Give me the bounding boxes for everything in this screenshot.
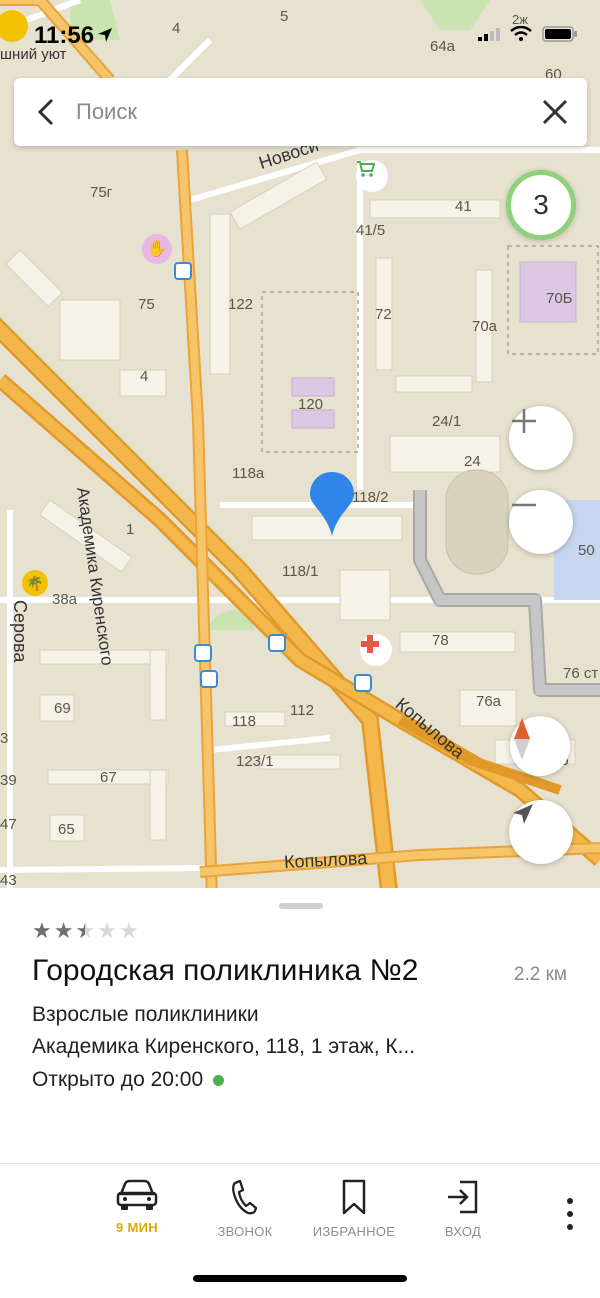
street-label: Серова <box>10 600 30 663</box>
status-icons <box>478 26 578 42</box>
hotel-icon <box>0 10 28 42</box>
house-number: 78 <box>432 632 449 649</box>
minus-icon <box>512 503 536 507</box>
house-number: 41 <box>455 198 472 215</box>
house-number: 67 <box>100 769 117 786</box>
house-number: 118 <box>232 713 256 730</box>
plus-icon <box>512 409 536 433</box>
tab-label: ЗВОНОК <box>217 1224 273 1239</box>
bus-stop-icon[interactable] <box>174 262 192 280</box>
bookmark-icon <box>342 1179 366 1215</box>
drag-handle[interactable] <box>279 903 323 909</box>
entrance-button[interactable]: ВХОД <box>408 1178 518 1239</box>
house-number: 118а <box>232 465 265 482</box>
house-number: 4 <box>140 368 149 385</box>
house-number: 112 <box>290 702 314 719</box>
shop-icon[interactable] <box>356 160 388 192</box>
call-button[interactable]: ЗВОНОК <box>190 1178 300 1239</box>
star-icon: ★ <box>53 918 74 943</box>
location-pin-icon[interactable] <box>308 470 356 538</box>
house-number: 1 <box>126 521 135 538</box>
rating-stars: ★ ★ ★ ★ ★ <box>32 918 139 943</box>
tab-label: ВХОД <box>444 1224 482 1239</box>
house-number: 69 <box>54 700 71 717</box>
house-number: 38а <box>52 591 78 608</box>
beauty-salon-icon[interactable]: ✋ <box>142 234 172 264</box>
hours-text: Открыто до 20:00 <box>32 1068 204 1091</box>
hospital-icon[interactable] <box>360 634 392 666</box>
navigation-arrow-icon <box>513 804 533 824</box>
location-services-icon <box>98 28 112 42</box>
car-icon <box>116 1179 158 1210</box>
bus-stop-icon[interactable] <box>200 670 218 688</box>
house-number: 43 <box>0 872 17 889</box>
house-number: 75г <box>90 184 113 201</box>
compass-button[interactable] <box>510 716 570 776</box>
house-number: 76а <box>476 693 502 710</box>
bus-stop-icon[interactable] <box>194 644 212 662</box>
house-number: 65 <box>58 821 75 838</box>
house-number: 47 <box>0 816 17 833</box>
my-location-button[interactable] <box>509 800 573 864</box>
wifi-icon <box>510 26 532 41</box>
tourism-icon[interactable]: 🌴 <box>22 570 48 596</box>
cellular-signal-icon <box>478 28 500 41</box>
login-icon <box>448 1180 478 1214</box>
zoom-in-button[interactable] <box>509 406 573 470</box>
house-number: 24 <box>464 453 481 470</box>
phone-icon <box>232 1179 258 1215</box>
back-to-app-label[interactable]: шний уют <box>0 46 67 63</box>
place-distance: 2.2 км <box>513 964 567 985</box>
tab-label: ИЗБРАННОЕ <box>312 1224 396 1239</box>
bus-stop-icon[interactable] <box>268 634 286 652</box>
house-number: 24/1 <box>432 413 462 430</box>
battery-icon <box>542 26 577 42</box>
house-number: 41/5 <box>356 222 386 239</box>
close-icon[interactable] <box>539 96 571 128</box>
house-number: 70Б <box>546 290 573 307</box>
house-number: 72 <box>375 306 392 323</box>
compass-icon <box>514 718 530 760</box>
bus-stop-icon[interactable] <box>354 674 372 692</box>
house-number: 118/2 <box>352 489 389 506</box>
house-number: 3 <box>0 730 9 747</box>
house-number: 123/1 <box>236 753 274 770</box>
star-half-icon: ★ <box>75 920 95 943</box>
more-options-icon[interactable] <box>560 1194 580 1234</box>
place-address: Академика Киренского, 118, 1 этаж, К... <box>32 1035 416 1058</box>
tab-label: 9 МИН <box>116 1220 158 1235</box>
search-bar <box>14 78 587 146</box>
search-input[interactable] <box>76 92 516 132</box>
house-number: 75 <box>138 296 155 313</box>
house-number: 50 <box>578 542 595 559</box>
star-icon: ★ <box>32 918 52 943</box>
place-card[interactable]: ★ ★ ★ ★ ★ Городская поликлиника №2 2.2 к… <box>0 888 600 1164</box>
star-empty-icon: ★ <box>118 918 139 943</box>
traffic-level-button[interactable]: 3 <box>506 170 576 240</box>
house-number: 118/1 <box>282 563 319 580</box>
place-title: Городская поликлиника №2 <box>32 954 419 987</box>
home-indicator[interactable] <box>193 1275 407 1282</box>
place-hours: Открыто до 20:00 <box>32 1068 225 1092</box>
house-number: 76 ст <box>563 665 599 682</box>
street-label: Копылова <box>283 847 368 873</box>
house-number: 122 <box>228 296 254 313</box>
house-number: 120 <box>298 396 324 413</box>
house-number: 70а <box>472 318 498 335</box>
back-arrow-icon[interactable] <box>32 96 62 128</box>
house-number: 39 <box>0 772 17 789</box>
status-bar: 11:56 шний уют <box>0 0 600 66</box>
open-status-dot <box>213 1074 225 1086</box>
favorites-button[interactable]: ИЗБРАННОЕ <box>299 1178 409 1239</box>
star-empty-icon: ★ <box>97 918 117 943</box>
zoom-out-button[interactable] <box>509 490 573 554</box>
place-category: Взрослые поликлиники <box>32 1003 259 1026</box>
route-button[interactable]: 9 МИН <box>82 1178 192 1235</box>
